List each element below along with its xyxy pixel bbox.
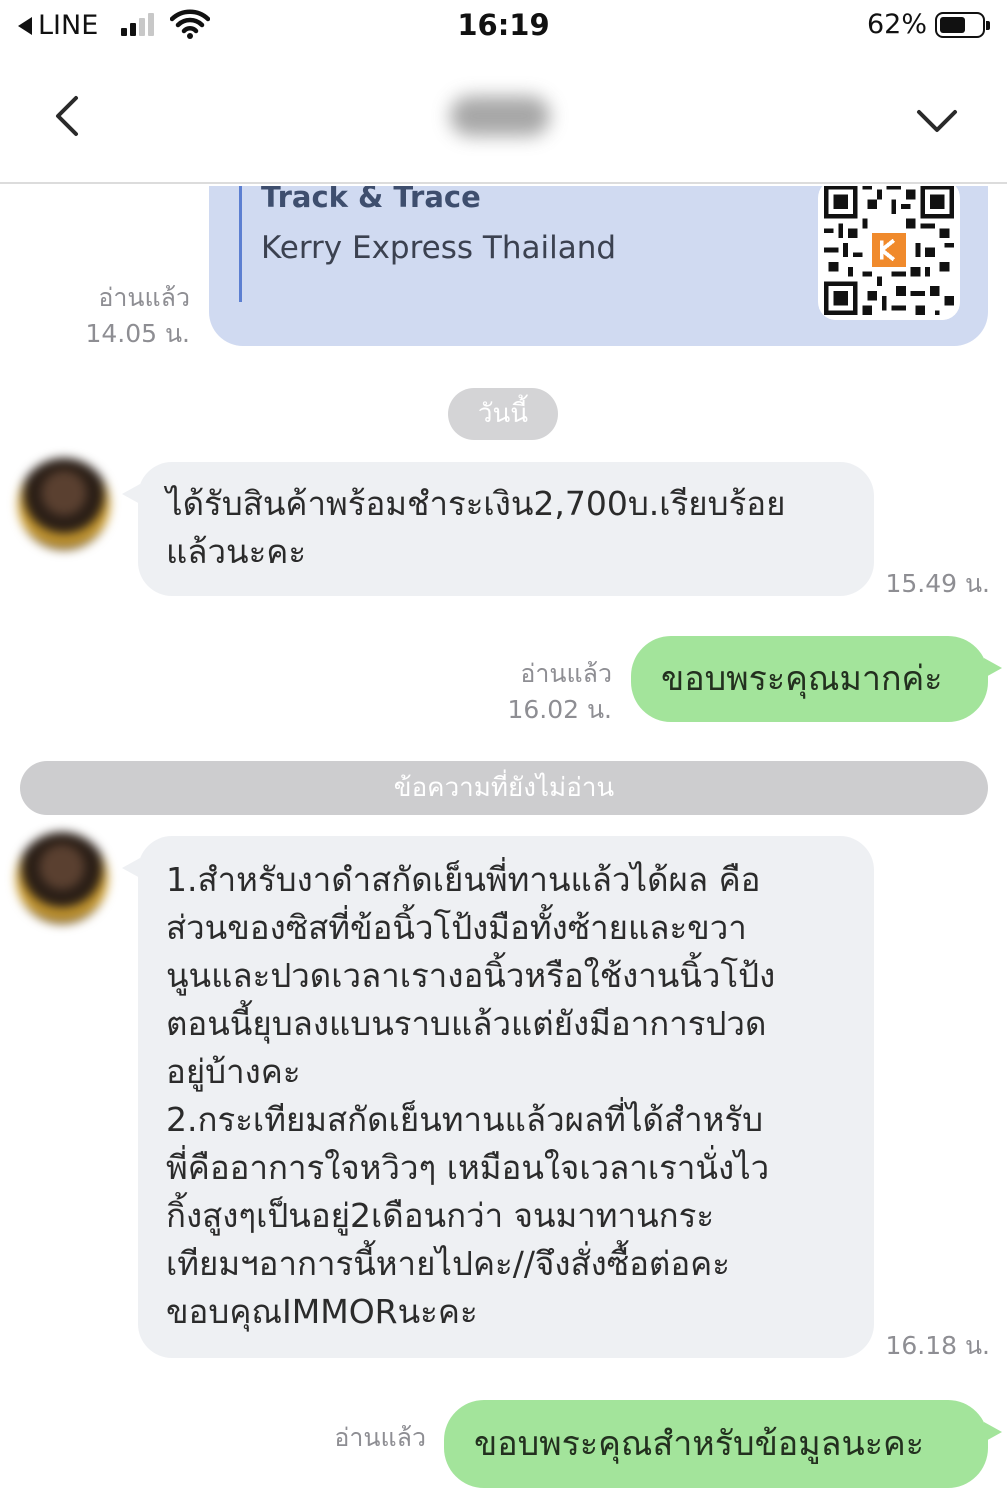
message-text-line: ส่วนของซิสที่ข้อนิ้วโป้งมือทั้งซ้ายและขว… [166,908,747,947]
battery-fill [940,17,965,33]
message-text-line: กิ้งสูงๆเป็นอยู่2เดือนกว่า จนมาทานกระ [166,1196,715,1235]
incoming-message-bubble[interactable]: ได้รับสินค้าพร้อมชำระเงิน2,700บ.เรียบร้อ… [122,462,874,596]
chevron-left-icon[interactable] [40,86,100,146]
track-and-trace-card[interactable]: Track & Trace Kerry Express Thailand [209,186,988,346]
card-subtitle: Kerry Express Thailand [261,230,617,266]
qr-code-icon[interactable] [818,186,960,320]
read-status: อ่านแล้ว [334,1423,426,1452]
contact-avatar[interactable] [16,832,108,924]
message-time: 16.02 น. [507,695,612,724]
message-text-line: พี่คืออาการใจหวิวๆ เหมือนใจเวลาเรานั่งไว [166,1148,770,1187]
status-bar: LINE 16:19 62% [0,0,1007,52]
read-status: อ่านแล้ว [98,283,190,312]
card-accent-line [239,186,242,302]
message-text-line: 2.กระเทียมสกัดเย็นทานแล้วผลที่ได้สำหรับ [166,1100,764,1139]
chat-area[interactable]: อ่านแล้ว 14.05 น. Track & Trace Kerry Ex… [0,186,1007,1500]
message-time: 15.49 น. [885,569,990,598]
message-text-line: อยู่บ้างคะ [166,1052,301,1091]
message-text-line: นูนและปวดเวลาเรางอนิ้วหรือใช้งานนิ้วโป้ง [166,956,776,995]
message-text-line: แล้วนะคะ [166,532,307,571]
card-title: Track & Trace [261,186,481,214]
outgoing-message-bubble[interactable]: ขอบพระคุณมากค่ะ [631,636,1002,722]
contact-name-blurred [450,96,550,136]
date-separator: วันนี้ [448,388,558,440]
read-status: อ่านแล้ว [520,659,612,688]
incoming-message-bubble[interactable]: 1.สำหรับงาดำสกัดเย็นพี่ทานแล้วได้ผล คือ … [122,836,874,1358]
chevron-down-icon[interactable] [907,90,967,150]
message-text-line: ขอบคุณIMMORนะคะ [166,1292,478,1331]
message-time: 14.05 น. [85,319,190,348]
message-text-line: ตอนนี้ยุบลงแบนราบแล้วแต่ยังมีอาการปวด [166,1004,767,1043]
message-text-line: เทียมฯอาการนี้หายไปคะ//จึงสั่งซื้อต่อคะ [166,1244,730,1283]
message-time: 16.18 น. [885,1331,990,1360]
track-card-meta: อ่านแล้ว 14.05 น. [60,280,190,352]
contact-avatar[interactable] [18,458,110,550]
chat-header [0,52,1007,184]
outgoing-message-meta: อ่านแล้ว 16.02 น. [470,656,612,728]
clock: 16:19 [457,8,550,42]
unread-messages-separator: ข้อความที่ยังไม่อ่าน [20,761,988,815]
battery-percentage: 62% [866,9,927,40]
outgoing-message-bubble[interactable]: ขอบพระคุณสำหรับข้อมูลนะคะ [444,1400,1002,1488]
message-text-line: 1.สำหรับงาดำสกัดเย็นพี่ทานแล้วได้ผล คือ [166,860,761,899]
battery-icon [935,12,990,38]
message-text-line: ได้รับสินค้าพร้อมชำระเงิน2,700บ.เรียบร้อ… [166,484,786,523]
